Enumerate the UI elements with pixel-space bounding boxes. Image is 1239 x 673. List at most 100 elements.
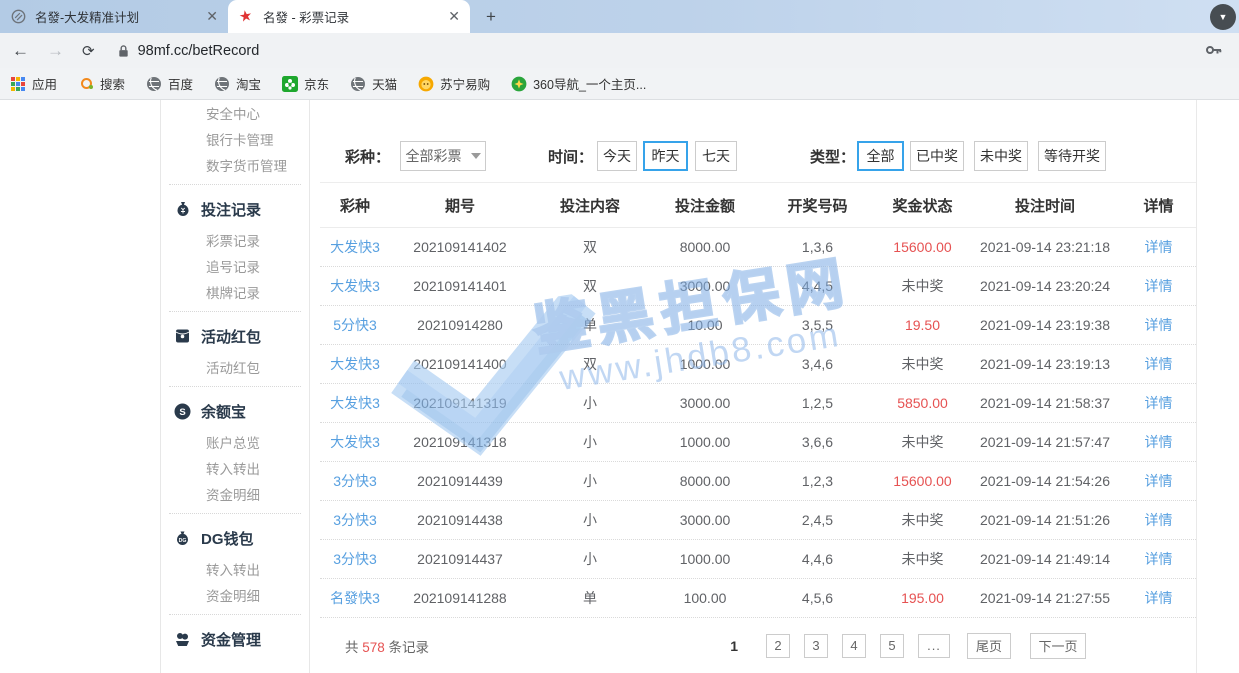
sidebar-item-数字货币管理[interactable]: 数字货币管理 [161,152,309,178]
close-icon[interactable]: ✕ [206,8,218,25]
type-filter-已中奖[interactable]: 已中奖 [910,141,964,171]
record-total: 共 578 条记录 [345,636,429,656]
sidebar-section-DG钱包[interactable]: DG DG钱包 [161,520,309,556]
bookmark-label: 淘宝 [236,74,261,93]
detail-link[interactable]: 详情 [1120,510,1197,530]
svg-text:S: S [179,407,185,418]
back-icon[interactable]: ← [12,41,29,61]
bookmark-item[interactable]: 百度 [146,74,193,93]
bookmark-item[interactable]: 苏宁易购 [418,74,490,93]
detail-link[interactable]: 详情 [1120,432,1197,452]
time-filter-今天[interactable]: 今天 [597,141,637,171]
table-row: 3分快320210914437小1000.004,4,6未中奖2021-09-1… [320,540,1196,579]
cell-numbers: 1,3,6 [760,239,875,255]
sidebar-section-label[interactable]: 投注记录 [201,199,261,220]
sidebar-section-投注记录[interactable]: 投注记录 [161,191,309,227]
forward-icon[interactable]: → [47,41,64,61]
sidebar-item-银行卡管理[interactable]: 银行卡管理 [161,126,309,152]
sidebar-item-转入转出[interactable]: 转入转出 [161,556,309,582]
page-button-3[interactable]: 3 [804,634,828,658]
detail-link[interactable]: 详情 [1120,315,1197,335]
detail-link[interactable]: 详情 [1120,237,1197,257]
sidebar-item-资金明细[interactable]: 资金明细 [161,582,309,608]
cell-amount: 100.00 [650,590,760,606]
sidebar-item-账户总览[interactable]: 账户总览 [161,429,309,455]
svg-text:DG: DG [179,538,187,544]
bookmark-item[interactable]: 京东 [282,74,329,93]
jd-icon [282,76,298,92]
tab-bet-record[interactable]: ★ 名發 - 彩票记录 ✕ [228,0,470,33]
dg-wallet-icon: DG [174,530,191,547]
sidebar-item-追号记录[interactable]: 追号记录 [161,253,309,279]
sidebar-item-转入转出[interactable]: 转入转出 [161,455,309,481]
last-page-button[interactable]: 尾页 [967,633,1011,659]
lottery-filter-label: 彩种： [345,146,390,167]
bookmark-item[interactable]: 搜索 [78,74,125,93]
key-icon[interactable] [1205,42,1223,63]
tab-plan-page[interactable]: 名發-大发精准计划 ✕ [0,0,228,33]
circle-slash-icon [10,9,26,25]
sidebar-divider [169,386,301,387]
close-icon[interactable]: ✕ [448,8,460,25]
sidebar-section-资金管理[interactable]: 资金管理 [161,621,309,657]
cell-time: 2021-09-14 23:20:24 [970,278,1120,294]
tab-strip: 名發-大发精准计划 ✕ ★ 名發 - 彩票记录 ✕ + ▼ [0,0,1239,33]
sidebar-section-label[interactable]: 资金管理 [201,629,261,650]
detail-link[interactable]: 详情 [1120,393,1197,413]
sidebar-section-label[interactable]: 余额宝 [201,401,246,422]
sidebar-section-label[interactable]: DG钱包 [201,528,254,549]
cell-time: 2021-09-14 21:58:37 [970,395,1120,411]
next-page-button[interactable]: 下一页 [1030,633,1086,659]
browser-menu-button[interactable]: ▼ [1210,4,1236,30]
cell-content: 小 [530,432,650,452]
cell-prize: 5850.00 [875,395,970,411]
cell-content: 双 [530,354,650,374]
time-filter-七天[interactable]: 七天 [695,141,737,171]
bookmark-item[interactable]: 天猫 [350,74,397,93]
cell-prize: 未中奖 [875,276,970,296]
detail-link[interactable]: 详情 [1120,471,1197,491]
page-ellipsis-button[interactable]: ... [918,634,950,658]
sidebar-item-安全中心[interactable]: 安全中心 [161,100,309,126]
lottery-select[interactable]: 全部彩票 [400,141,486,171]
cell-content: 小 [530,393,650,413]
sidebar-item-彩票记录[interactable]: 彩票记录 [161,227,309,253]
page-button-5[interactable]: 5 [880,634,904,658]
detail-link[interactable]: 详情 [1120,588,1197,608]
cell-issue: 202109141319 [390,395,530,411]
url-field[interactable]: 98mf.cc/betRecord [138,43,260,59]
detail-link[interactable]: 详情 [1120,549,1197,569]
sidebar-section-label[interactable]: 活动红包 [201,326,261,347]
reload-icon[interactable]: ⟳ [82,42,95,60]
bookmark-item[interactable]: 淘宝 [214,74,261,93]
page-button-2[interactable]: 2 [766,634,790,658]
type-filter-等待开奖[interactable]: 等待开奖 [1038,141,1106,171]
lock-icon[interactable] [117,44,130,58]
type-filter-未中奖[interactable]: 未中奖 [974,141,1028,171]
cell-time: 2021-09-14 21:57:47 [970,434,1120,450]
time-filter-昨天[interactable]: 昨天 [643,141,688,171]
sidebar-section-余额宝[interactable]: S 余额宝 [161,393,309,429]
bookmark-label: 苏宁易购 [440,74,490,93]
sidebar-item-棋牌记录[interactable]: 棋牌记录 [161,279,309,305]
record-count: 578 [362,640,385,655]
bookmark-label: 360导航_一个主页... [533,74,646,93]
bookmark-item[interactable]: 360导航_一个主页... [511,74,646,93]
sidebar-item-资金明细[interactable]: 资金明细 [161,481,309,507]
main-content: 彩种： 全部彩票 时间： 今天昨天七天 类型： 全部已中奖未中奖等待开奖 彩种期… [320,100,1197,673]
sidebar-item-活动红包[interactable]: 活动红包 [161,354,309,380]
new-tab-button[interactable]: + [486,7,496,27]
detail-link[interactable]: 详情 [1120,276,1197,296]
page-button-4[interactable]: 4 [842,634,866,658]
bookmark-item[interactable]: 应用 [10,74,57,93]
type-filter-全部[interactable]: 全部 [857,141,904,171]
bookmark-label: 京东 [304,74,329,93]
time-filter-label: 时间： [548,146,593,167]
cell-prize: 未中奖 [875,549,970,569]
tab-title: 名發-大发精准计划 [35,7,200,26]
cell-lottery: 大发快3 [320,276,390,296]
detail-link[interactable]: 详情 [1120,354,1197,374]
column-header: 投注金额 [650,195,760,216]
sidebar-section-活动红包[interactable]: 活动红包 [161,318,309,354]
cell-prize: 195.00 [875,590,970,606]
